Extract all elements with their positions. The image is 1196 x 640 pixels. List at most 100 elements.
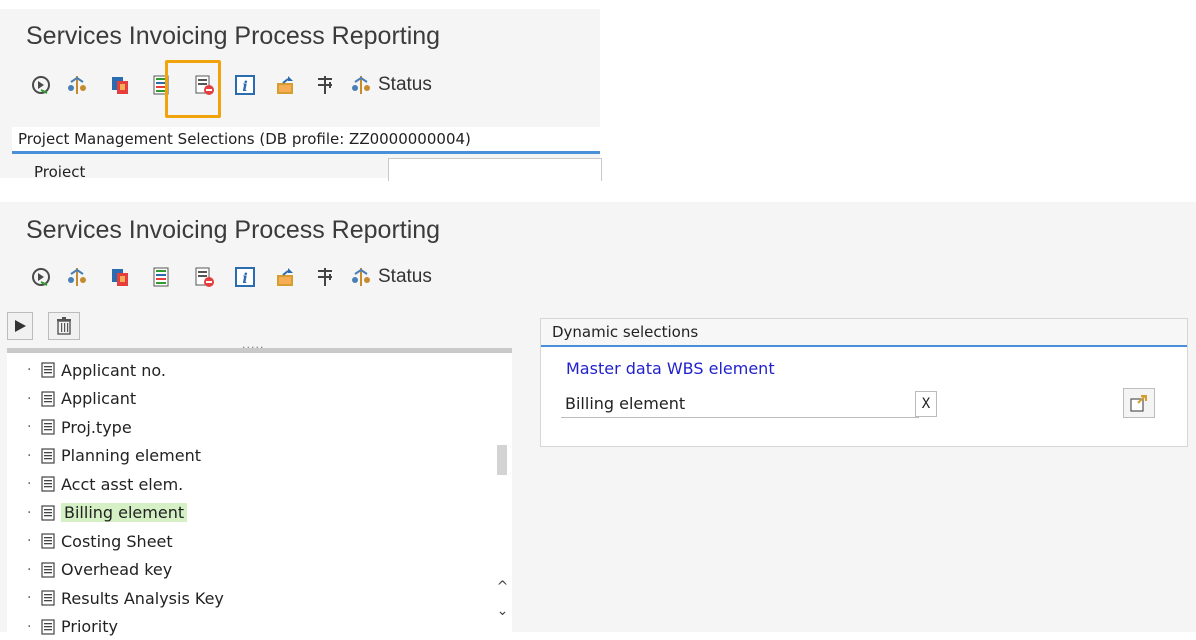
tree-bullet: · <box>27 476 32 492</box>
status-label: Status <box>378 266 432 287</box>
status-button[interactable]: Status <box>350 262 432 292</box>
tree-item-label: Results Analysis Key <box>61 588 224 608</box>
tree-item[interactable]: · Costing Sheet <box>27 528 173 554</box>
billing-element-label: Billing element <box>561 391 919 418</box>
delete-selections-icon <box>195 267 214 287</box>
tree-item[interactable]: · Applicant <box>27 386 136 412</box>
top-spacer <box>0 0 600 9</box>
tree-item-label: Applicant <box>61 389 137 408</box>
multiple-selection-button[interactable] <box>1123 388 1155 418</box>
tree-item[interactable]: · Billing element <box>27 500 188 526</box>
execute-button[interactable] <box>26 70 56 100</box>
tree-bullet: · <box>27 590 32 606</box>
tree-item-label: Costing Sheet <box>61 531 173 551</box>
copy-selections-icon <box>112 269 128 286</box>
tree-item[interactable]: · Acct asst elem. <box>27 471 183 497</box>
tree-bullet: · <box>27 561 32 578</box>
document-icon <box>41 561 55 578</box>
document-icon <box>41 419 55 435</box>
document-icon <box>41 533 55 549</box>
field-tree: · Applicant no. · Applicant · Proj.type · Plann… <box>7 348 512 637</box>
scroll-down-icon[interactable]: ⌄ <box>494 603 511 619</box>
selection-header: Project Management Selections (DB profil… <box>12 127 600 154</box>
tree-item-label: Planning element <box>61 446 201 465</box>
settings-icon <box>318 76 332 94</box>
tree-item-label: Billing element <box>61 503 188 522</box>
tree-bullet: · <box>27 362 32 378</box>
copy-selections-button[interactable] <box>105 70 135 100</box>
export-icon <box>277 76 293 94</box>
settings-icon <box>318 268 332 286</box>
delete-button[interactable] <box>48 312 80 340</box>
execute-icon <box>32 76 50 94</box>
info-icon: i <box>235 75 255 95</box>
export-button[interactable] <box>270 262 300 292</box>
group-title: Master data WBS element <box>566 359 775 378</box>
dynamic-selections-header: Dynamic selections <box>541 319 1187 347</box>
tree-bullet: · <box>27 419 32 435</box>
tree-item[interactable]: · Priority <box>27 614 118 640</box>
tree-item[interactable]: · Results Analysis Key <box>27 585 224 611</box>
selection-header-text: Project Management Selections (DB profil… <box>18 130 471 148</box>
status-icon <box>352 268 370 286</box>
dynamic-selections-panel: Dynamic selections Master data WBS eleme… <box>540 318 1188 447</box>
status-icon <box>352 76 370 94</box>
billing-element-input[interactable]: X <box>915 391 937 417</box>
hierarchy-button[interactable] <box>62 70 92 100</box>
info-icon: i <box>235 267 255 287</box>
tree-item-label: Overhead key <box>61 560 173 579</box>
settings-button[interactable] <box>310 262 340 292</box>
dynamic-selections-icon <box>153 267 169 287</box>
document-icon <box>41 590 55 606</box>
copy-selections-button[interactable] <box>105 262 135 292</box>
tree-item-label: Applicant no. <box>61 360 166 380</box>
scroll-thumb[interactable] <box>497 445 507 475</box>
document-icon <box>41 447 55 464</box>
highlight-box <box>165 60 221 118</box>
trash-icon <box>57 317 71 335</box>
run-button[interactable] <box>7 312 33 340</box>
tree-item[interactable]: · Overhead key <box>27 557 172 583</box>
project-label: Project <box>34 163 86 177</box>
tree-scrollbar[interactable]: ^ ⌄ <box>493 353 512 637</box>
dynamic-selections-button[interactable] <box>146 262 176 292</box>
tree-bullet: · <box>27 447 32 464</box>
tree-item-label: Acct asst elem. <box>61 474 184 494</box>
multiple-selection-icon <box>1130 395 1147 412</box>
tree-item[interactable]: · Applicant no. <box>27 357 166 383</box>
tree-item-label: Priority <box>61 617 118 636</box>
settings-button[interactable] <box>310 70 340 100</box>
hierarchy-button[interactable] <box>62 262 92 292</box>
tree-item[interactable]: · Proj.type <box>27 414 132 440</box>
svg-text:i: i <box>242 79 247 95</box>
tree-bullet: · <box>27 618 32 635</box>
hierarchy-icon <box>68 268 86 286</box>
info-button[interactable]: i <box>230 70 260 100</box>
svg-text:i: i <box>242 271 247 287</box>
status-label: Status <box>378 74 432 95</box>
page-title-2: Services Invoicing Process Reporting <box>26 216 441 244</box>
info-button[interactable]: i <box>230 262 260 292</box>
document-icon <box>41 362 55 378</box>
tree-bullet: · <box>27 533 32 549</box>
document-icon <box>41 476 55 492</box>
tree-item[interactable]: · Planning element <box>27 443 201 469</box>
selection-header-underline <box>12 151 600 154</box>
scroll-up-icon[interactable]: ^ <box>494 579 511 595</box>
dynamic-selections-title: Dynamic selections <box>552 323 699 341</box>
execute-icon <box>32 268 50 286</box>
hierarchy-icon <box>68 76 86 94</box>
document-icon <box>41 618 55 635</box>
play-icon <box>15 320 26 332</box>
page-title: Services Invoicing Process Reporting <box>26 22 441 50</box>
export-button[interactable] <box>270 70 300 100</box>
tree-bullet: · <box>27 504 32 521</box>
project-field[interactable] <box>388 158 602 181</box>
tree-bullet: · <box>27 390 32 407</box>
status-button[interactable]: Status <box>350 70 432 100</box>
delete-selections-button[interactable] <box>189 262 219 292</box>
execute-button[interactable] <box>26 262 56 292</box>
top-screenshot-panel: Services Invoicing Process Reporting i S… <box>0 0 602 181</box>
document-icon <box>41 504 55 521</box>
copy-selections-icon <box>112 77 128 94</box>
